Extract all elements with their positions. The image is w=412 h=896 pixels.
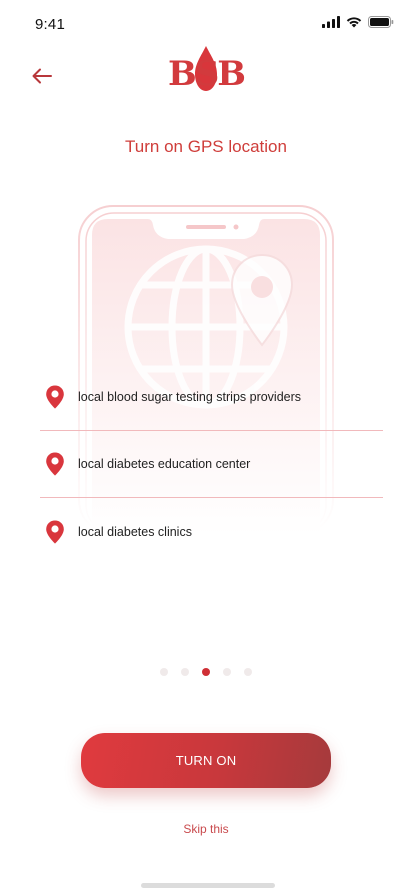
page-dot[interactable]	[181, 668, 189, 676]
map-pin-icon	[46, 520, 64, 543]
signal-icon	[322, 16, 340, 28]
skip-link[interactable]: Skip this	[0, 822, 412, 836]
map-pin-icon	[46, 452, 64, 476]
home-indicator	[141, 883, 275, 888]
battery-icon	[368, 16, 394, 28]
app-logo: BSB	[167, 44, 246, 104]
page-dot-active[interactable]	[202, 668, 210, 676]
location-list: local blood sugar testing strips provide…	[40, 364, 383, 565]
status-bar: 9:41	[0, 0, 412, 44]
list-item-label: local diabetes education center	[78, 457, 251, 471]
list-item-label: local blood sugar testing strips provide…	[78, 390, 302, 404]
turn-on-button[interactable]: TURN ON	[81, 733, 331, 788]
status-time: 9:41	[35, 16, 65, 33]
status-icons	[322, 16, 394, 28]
wifi-icon	[346, 17, 362, 28]
page-dot[interactable]	[244, 668, 252, 676]
page-indicator	[0, 668, 412, 676]
map-pin-icon	[46, 385, 64, 409]
page-title: Turn on GPS location	[125, 137, 287, 156]
list-item: local diabetes education center	[40, 431, 383, 498]
page-dot[interactable]	[160, 668, 168, 676]
logo-text: BSB	[167, 54, 246, 94]
page-dot[interactable]	[223, 668, 231, 676]
list-item: local diabetes clinics	[40, 498, 383, 565]
list-item-label: local diabetes clinics	[78, 524, 192, 539]
arrow-left-icon	[32, 68, 52, 84]
back-button[interactable]	[28, 62, 56, 90]
list-item: local blood sugar testing strips provide…	[40, 364, 383, 431]
